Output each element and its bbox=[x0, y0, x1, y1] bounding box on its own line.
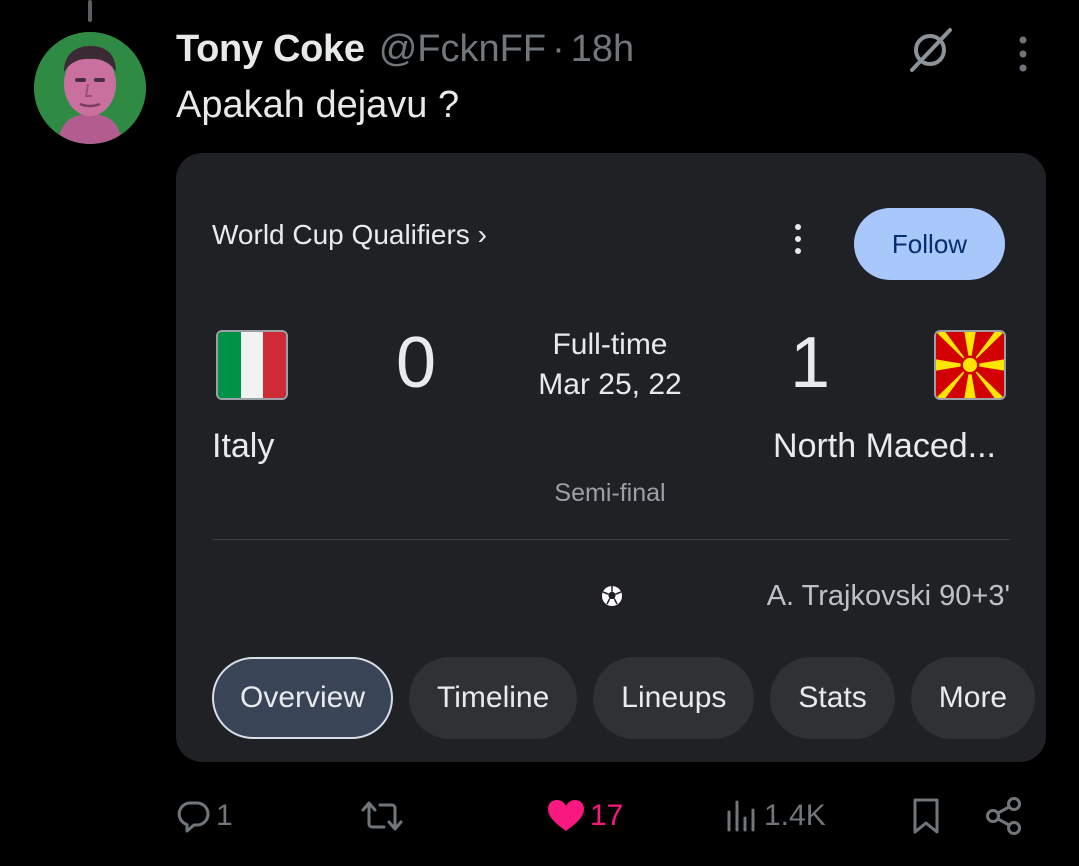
match-card-image[interactable]: World Cup Qualifiers › Follow 0 Full-tim… bbox=[176, 153, 1046, 762]
views-button[interactable]: 1.4K bbox=[724, 794, 826, 838]
match-stage: Semi-final bbox=[554, 479, 666, 507]
repost-icon bbox=[361, 801, 403, 831]
tab-stats: Stats bbox=[770, 657, 895, 739]
tweet-text: Apakah dejavu ? bbox=[176, 84, 460, 126]
match-status: Full-time Mar 25, 22 bbox=[510, 325, 710, 405]
views-count: 1.4K bbox=[764, 799, 826, 832]
reply-button[interactable]: 1 bbox=[176, 794, 233, 838]
repost-button[interactable] bbox=[360, 794, 408, 838]
home-team-name: Italy bbox=[212, 427, 275, 465]
bookmark-icon bbox=[913, 798, 939, 834]
tab-timeline: Timeline bbox=[409, 657, 578, 739]
display-name[interactable]: Tony Coke bbox=[176, 28, 365, 71]
reply-count: 1 bbox=[216, 799, 233, 832]
tab-lineups: Lineups bbox=[593, 657, 755, 739]
user-handle[interactable]: @FcknFF bbox=[379, 28, 546, 71]
tweet-view: Tony Coke @FcknFF · 18h Apakah dejavu ? … bbox=[0, 0, 1079, 866]
card-divider bbox=[212, 539, 1010, 540]
soccer-ball-icon bbox=[600, 584, 624, 608]
italy-flag-icon bbox=[216, 330, 288, 400]
timestamp[interactable]: 18h bbox=[571, 28, 634, 71]
avatar-image bbox=[34, 32, 146, 144]
tweet-header: Tony Coke @FcknFF · 18h bbox=[176, 28, 634, 76]
goal-scorer: A. Trajkovski 90+3' bbox=[766, 580, 1010, 612]
share-icon bbox=[986, 797, 1021, 835]
views-icon bbox=[727, 800, 755, 832]
tab-overview: Overview bbox=[212, 657, 394, 739]
tab-more: More bbox=[910, 657, 1036, 739]
more-icon[interactable] bbox=[1008, 34, 1038, 74]
card-more-icon bbox=[786, 221, 810, 257]
competition-link: World Cup Qualifiers › bbox=[212, 219, 487, 250]
avatar[interactable] bbox=[34, 32, 146, 144]
like-button[interactable]: 17 bbox=[546, 794, 623, 838]
bookmark-button[interactable] bbox=[910, 794, 942, 838]
like-count: 17 bbox=[590, 799, 624, 832]
share-button[interactable] bbox=[984, 794, 1024, 838]
heart-icon bbox=[548, 800, 584, 831]
match-tabs: Overview Timeline Lineups Stats More bbox=[212, 657, 1036, 739]
thread-line bbox=[88, 0, 92, 22]
status-label: Full-time bbox=[552, 328, 668, 361]
follow-button: Follow bbox=[854, 208, 1005, 280]
reply-icon bbox=[177, 801, 210, 833]
away-score: 1 bbox=[789, 323, 831, 403]
home-score: 0 bbox=[395, 323, 437, 403]
north-macedonia-flag-icon bbox=[934, 330, 1006, 400]
match-date: Mar 25, 22 bbox=[538, 368, 682, 401]
grok-icon[interactable] bbox=[904, 26, 956, 74]
separator-dot: · bbox=[552, 28, 565, 70]
away-team-name: North Maced... bbox=[773, 427, 996, 465]
